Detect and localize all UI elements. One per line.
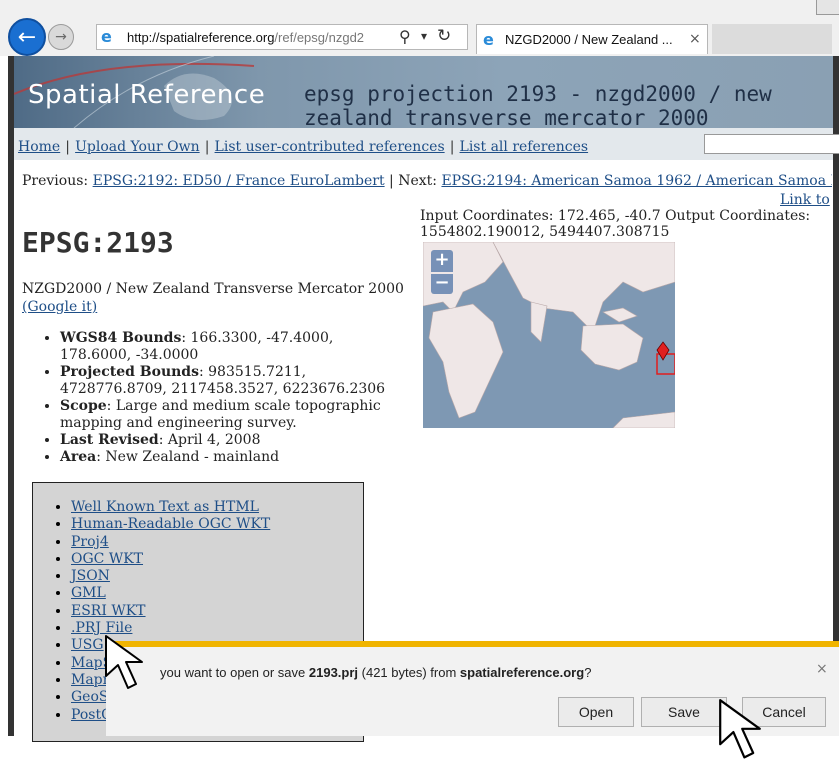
description-text: NZGD2000 / New Zealand Transverse Mercat…: [22, 281, 404, 297]
nav-user-refs-link[interactable]: List user-contributed references: [215, 139, 445, 155]
arrow-right-icon: →: [55, 29, 67, 45]
ie-logo-icon: e: [483, 30, 494, 49]
prompt-text: (421 bytes) from: [358, 665, 460, 680]
open-button[interactable]: Open: [558, 697, 634, 727]
fact-key: Scope: [60, 398, 107, 414]
nav-separator: |: [449, 139, 455, 155]
search-icon[interactable]: ⚲: [399, 27, 411, 46]
list-item: Human-Readable OGC WKT: [71, 516, 270, 533]
epsg-title: EPSG:2193: [22, 226, 174, 259]
export-link-wkt-html[interactable]: Well Known Text as HTML: [71, 499, 259, 515]
fact-value: : New Zealand - mainland: [96, 449, 280, 465]
nav-separator: |: [65, 139, 71, 155]
export-link-ogc-wkt[interactable]: OGC WKT: [71, 551, 143, 567]
zoom-in-button[interactable]: +: [431, 250, 453, 272]
address-bar[interactable]: e http://spatialreference.org/ref/epsg/n…: [96, 24, 468, 50]
zoom-out-button[interactable]: −: [431, 274, 453, 294]
map-view[interactable]: + −: [423, 242, 675, 428]
google-link[interactable]: (Google it): [22, 299, 97, 315]
site-title[interactable]: Spatial Reference: [28, 80, 265, 110]
list-item: Last Revised: April 4, 2008: [60, 432, 402, 449]
close-icon[interactable]: ×: [816, 661, 828, 677]
fact-key: WGS84 Bounds: [60, 330, 182, 346]
coordinates-readout: Input Coordinates: 172.465, -40.7 Output…: [420, 208, 811, 240]
nav-upload-link[interactable]: Upload Your Own: [75, 139, 200, 155]
next-link[interactable]: EPSG:2194: American Samoa 1962 / America…: [441, 173, 832, 189]
window-control[interactable]: [816, 0, 839, 15]
arrow-left-icon: ←: [17, 24, 37, 50]
list-item: Well Known Text as HTML: [71, 499, 270, 516]
list-item: JSON: [71, 568, 270, 585]
pager: Previous: EPSG:2192: ED50 / France EuroL…: [22, 173, 832, 189]
facts-list: WGS84 Bounds: 166.3300, -47.4000, 178.60…: [22, 330, 402, 466]
browser-tab[interactable]: e NZGD2000 / New Zealand ... ×: [476, 24, 708, 54]
new-tab-area[interactable]: [712, 24, 832, 54]
nav-bar: Home | Upload Your Own | List user-contr…: [14, 128, 839, 160]
fact-value: : April 4, 2008: [158, 432, 261, 448]
world-map-graphic: [423, 242, 675, 428]
list-item: OGC WKT: [71, 551, 270, 568]
prompt-text: you want to open or save: [160, 665, 309, 680]
list-item: .PRJ File: [71, 620, 270, 637]
page-heading: epsg projection 2193 - nzgd2000 / new ze…: [304, 82, 772, 128]
fact-value: : Large and medium scale topographic map…: [60, 398, 381, 431]
next-label: | Next:: [389, 173, 437, 189]
mouse-pointer-icon: [105, 635, 143, 689]
address-url[interactable]: http://spatialreference.org/ref/epsg/nzg…: [127, 30, 364, 45]
mouse-pointer-icon: [719, 699, 761, 759]
fact-key: Area: [60, 449, 97, 465]
ie-logo-icon: e: [101, 27, 112, 46]
prompt-text: ?: [584, 665, 592, 680]
fact-key: Last Revised: [60, 432, 159, 448]
list-item: Area: New Zealand - mainland: [60, 449, 402, 466]
export-link-esri-wkt[interactable]: ESRI WKT: [71, 603, 146, 619]
url-path: /ref/epsg/nzgd2: [274, 30, 365, 45]
export-link-gml[interactable]: GML: [71, 585, 106, 601]
fact-key: Projected Bounds: [60, 364, 199, 380]
list-item: ESRI WKT: [71, 603, 270, 620]
prev-label: Previous:: [22, 173, 89, 189]
nav-all-refs-link[interactable]: List all references: [460, 139, 589, 155]
refresh-icon[interactable]: ↻: [437, 26, 451, 46]
chevron-down-icon[interactable]: ▾: [421, 29, 427, 43]
export-link-human-wkt[interactable]: Human-Readable OGC WKT: [71, 516, 270, 532]
download-source: spatialreference.org: [459, 665, 585, 680]
list-item: Scope: Large and medium scale topographi…: [60, 398, 402, 432]
back-button[interactable]: ←: [8, 18, 46, 56]
list-item: Proj4: [71, 534, 270, 551]
nav-home-link[interactable]: Home: [18, 139, 60, 155]
download-prompt: you want to open or save 2193.prj (421 b…: [160, 665, 591, 680]
list-item: WGS84 Bounds: 166.3300, -47.4000, 178.60…: [60, 330, 402, 364]
list-item: GML: [71, 585, 270, 602]
search-input[interactable]: [704, 134, 839, 154]
nav-separator: |: [204, 139, 210, 155]
download-filename: 2193.prj: [308, 665, 359, 680]
save-button[interactable]: Save: [641, 697, 727, 727]
description: NZGD2000 / New Zealand Transverse Mercat…: [22, 280, 422, 316]
list-item: Projected Bounds: 983515.7211, 4728776.8…: [60, 364, 402, 398]
export-link-geoserver[interactable]: GeoS: [71, 689, 109, 705]
forward-button[interactable]: →: [48, 24, 74, 50]
export-link-proj4[interactable]: Proj4: [71, 534, 109, 550]
url-host: http://spatialreference.org: [127, 30, 275, 45]
site-banner: Spatial Reference epsg projection 2193 -…: [14, 56, 833, 128]
link-to-link[interactable]: Link to: [780, 192, 830, 208]
tab-close-icon[interactable]: ×: [689, 31, 701, 47]
prev-link[interactable]: EPSG:2192: ED50 / France EuroLambert: [93, 173, 385, 189]
nav-links: Home | Upload Your Own | List user-contr…: [18, 136, 588, 155]
export-link-usgs[interactable]: USG: [71, 637, 104, 653]
tab-title: NZGD2000 / New Zealand ...: [505, 32, 673, 47]
export-link-json[interactable]: JSON: [71, 568, 110, 584]
